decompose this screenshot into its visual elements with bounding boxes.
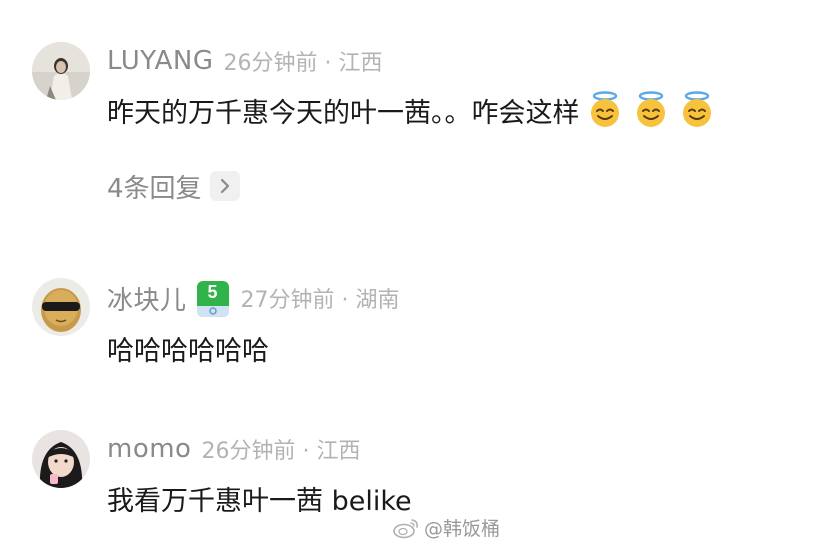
level-number: 5 [207,282,218,302]
comment-text: 昨天的万千惠今天的叶一茜。。咋会这样 [107,88,716,132]
comment-list: LUYANG 26分钟前 · 江西 昨天的万千惠今天的叶一茜。。咋会这样 4条回… [0,0,833,549]
smiling-halo-emoji-icon [586,91,624,129]
avatar[interactable] [32,42,90,100]
view-replies-button[interactable]: 4条回复 [107,168,240,204]
comment-meta: momo 26分钟前 · 江西 [107,432,360,466]
smiling-halo-emoji-icon [632,91,670,129]
comment-item: 冰块儿 5 27分钟前 · 湖南 哈哈哈哈哈哈 [0,230,833,410]
time-location: 27分钟前 · 湖南 [240,288,400,313]
username[interactable]: LUYANG [107,46,213,76]
comment-text: 我看万千惠叶一茜 belike [107,478,412,518]
comment-text-content: 哈哈哈哈哈哈 [107,335,269,367]
avatar[interactable] [32,278,90,336]
comment-text-content: 我看万千惠叶一茜 belike [107,485,412,517]
time-location: 26分钟前 · 江西 [201,439,361,464]
comment-meta: LUYANG 26分钟前 · 江西 [107,44,382,78]
watermark-text: @韩饭桶 [424,518,501,540]
replies-label: 4条回复 [107,173,202,204]
avatar[interactable] [32,430,90,488]
comment-text-content: 昨天的万千惠今天的叶一茜。。咋会这样 [107,97,580,129]
time-location: 26分钟前 · 江西 [223,51,383,76]
comment-item: LUYANG 26分钟前 · 江西 昨天的万千惠今天的叶一茜。。咋会这样 4条回… [0,0,833,230]
comment-meta: 冰块儿 5 27分钟前 · 湖南 [107,280,400,317]
chevron-right-icon [209,171,240,201]
watermark: @韩饭桶 [392,514,500,541]
username[interactable]: momo [107,434,191,464]
weibo-icon [393,518,418,538]
smiling-halo-emoji-icon [678,91,716,129]
username[interactable]: 冰块儿 [107,280,187,317]
comment-text: 哈哈哈哈哈哈 [107,328,269,368]
level-badge: 5 [195,280,231,317]
